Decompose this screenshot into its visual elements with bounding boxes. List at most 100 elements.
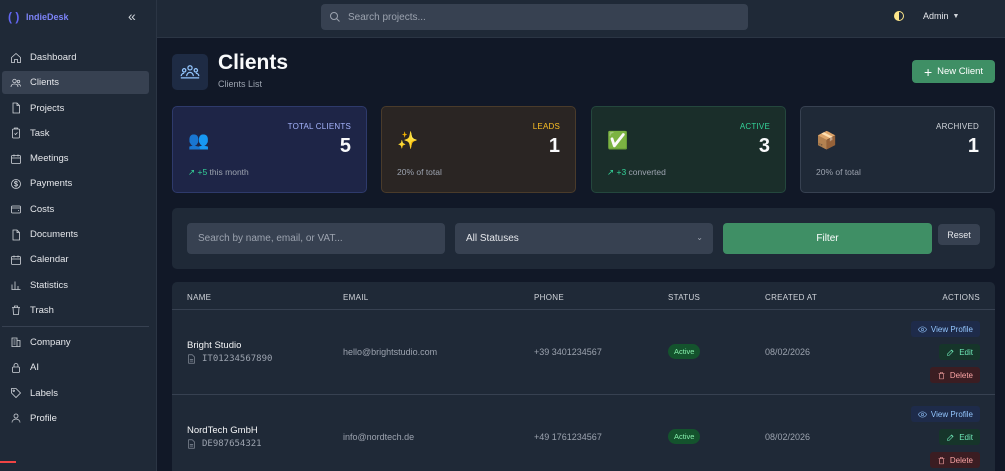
status-badge: Active bbox=[668, 429, 701, 444]
status-select[interactable]: All Statuses ⌄ bbox=[455, 223, 713, 254]
stat-value: 1 bbox=[967, 135, 979, 157]
calendar-icon bbox=[11, 255, 21, 265]
edit-label: Edit bbox=[959, 432, 973, 442]
sidebar-item-costs[interactable]: Costs bbox=[2, 198, 149, 221]
building-icon bbox=[11, 338, 21, 348]
edit-button[interactable]: Edit bbox=[939, 429, 980, 445]
page-subtitle: Clients List bbox=[218, 79, 263, 89]
sidebar-item-clients[interactable]: Clients bbox=[2, 71, 149, 95]
stat-footnote: 20% of total bbox=[816, 167, 861, 177]
table-row: NordTech GmbH DE987654321 info@nordtech.… bbox=[172, 395, 995, 471]
stat-card-leads: ✨ LEADS 1 20% of total bbox=[381, 106, 576, 193]
eye-icon bbox=[917, 326, 927, 332]
client-search-input[interactable] bbox=[187, 223, 445, 254]
sidebar-item-label: Trash bbox=[30, 304, 54, 316]
sidebar-item-labels[interactable]: Labels bbox=[2, 382, 149, 405]
search-icon bbox=[330, 12, 340, 22]
delete-button[interactable]: Delete bbox=[929, 452, 980, 468]
sidebar-item-payments[interactable]: Payments bbox=[2, 172, 149, 195]
edit-label: Edit bbox=[959, 347, 973, 357]
stat-label: ACTIVE bbox=[739, 122, 770, 131]
page-title: Clients bbox=[218, 51, 289, 74]
stat-foot-text: this month bbox=[207, 167, 249, 177]
edit-button[interactable]: Edit bbox=[939, 344, 980, 360]
logo-icon: ( ) bbox=[8, 10, 20, 24]
chevron-down-icon: ⌄ bbox=[696, 233, 703, 242]
column-header-phone: PHONE bbox=[534, 293, 564, 302]
view-profile-button[interactable]: View Profile bbox=[910, 321, 980, 337]
topbar: Admin ▼ bbox=[157, 0, 1005, 38]
sidebar-item-ai[interactable]: AI bbox=[2, 356, 149, 379]
clients-table: NAME EMAIL PHONE STATUS CREATED AT ACTIO… bbox=[172, 282, 995, 471]
calendar-icon bbox=[11, 154, 21, 164]
sidebar-item-label: AI bbox=[30, 362, 39, 374]
users-emoji-icon: 👥 bbox=[188, 131, 210, 150]
theme-toggle-icon[interactable] bbox=[894, 11, 904, 21]
filter-button[interactable]: Filter bbox=[723, 223, 932, 254]
status-select-value: All Statuses bbox=[466, 233, 519, 244]
user-menu[interactable]: Admin ▼ bbox=[923, 11, 959, 21]
table-row: Bright Studio IT01234567890 hello@bright… bbox=[172, 310, 995, 395]
client-name[interactable]: Bright Studio bbox=[187, 340, 241, 351]
stat-label: ARCHIVED bbox=[936, 122, 979, 131]
created-at: 08/02/2026 bbox=[765, 432, 811, 442]
client-vat-number: IT01234567890 bbox=[202, 354, 273, 364]
sidebar-item-label: Profile bbox=[30, 412, 57, 424]
client-vat-number: DE987654321 bbox=[202, 439, 262, 449]
trash-icon bbox=[938, 456, 945, 464]
reset-button[interactable]: Reset bbox=[938, 224, 980, 245]
clipboard-icon bbox=[12, 127, 20, 139]
sidebar-item-profile[interactable]: Profile bbox=[2, 407, 149, 430]
sidebar-item-trash[interactable]: Trash bbox=[2, 299, 149, 322]
main-content: Clients Clients List + New Client 👥 TOTA… bbox=[157, 38, 1005, 471]
sidebar-item-label: Clients bbox=[30, 77, 60, 89]
stat-foot-text: converted bbox=[626, 167, 666, 177]
view-profile-label: View Profile bbox=[930, 324, 973, 334]
user-icon bbox=[11, 413, 21, 423]
client-email: hello@brightstudio.com bbox=[343, 347, 438, 357]
sidebar-item-label: Costs bbox=[30, 203, 55, 215]
collapse-sidebar-icon[interactable]: « bbox=[128, 8, 142, 24]
sidebar-item-label: Documents bbox=[30, 229, 79, 241]
sidebar-item-label: Meetings bbox=[30, 153, 69, 165]
view-profile-button[interactable]: View Profile bbox=[910, 406, 980, 422]
sidebar-item-company[interactable]: Company bbox=[2, 331, 149, 354]
check-emoji-icon: ✅ bbox=[607, 131, 629, 150]
project-search[interactable] bbox=[321, 4, 748, 30]
sidebar-item-meetings[interactable]: Meetings bbox=[2, 147, 149, 170]
client-email: info@nordtech.de bbox=[343, 432, 415, 442]
delete-button[interactable]: Delete bbox=[929, 367, 980, 383]
project-search-input[interactable] bbox=[348, 11, 728, 23]
column-header-actions: ACTIONS bbox=[942, 293, 980, 302]
status-badge: Active bbox=[668, 344, 701, 359]
stat-footnote: ↗ +5 this month bbox=[188, 167, 249, 178]
document-icon bbox=[188, 439, 195, 449]
client-name[interactable]: NordTech GmbH bbox=[187, 425, 258, 436]
app-name: IndieDesk bbox=[26, 12, 69, 22]
trash-icon bbox=[12, 306, 20, 316]
sidebar-item-label: Company bbox=[30, 336, 71, 348]
document-icon bbox=[188, 354, 195, 364]
sidebar-item-projects[interactable]: Projects bbox=[2, 97, 149, 120]
sidebar-item-statistics[interactable]: Statistics bbox=[2, 274, 149, 297]
stat-value: 3 bbox=[758, 135, 770, 157]
sidebar-item-documents[interactable]: Documents bbox=[2, 223, 149, 246]
stat-card-active: ✅ ACTIVE 3 ↗ +3 converted bbox=[591, 106, 786, 193]
sidebar-item-calendar[interactable]: Calendar bbox=[2, 248, 149, 271]
delete-label: Delete bbox=[949, 455, 973, 465]
new-client-button[interactable]: + New Client bbox=[912, 60, 995, 83]
dollar-icon bbox=[11, 179, 21, 189]
clients-header-icon bbox=[172, 54, 208, 90]
edit-icon bbox=[947, 348, 954, 356]
new-client-label: New Client bbox=[937, 66, 984, 77]
home-icon bbox=[11, 52, 21, 63]
stat-card-archived: 📦 ARCHIVED 1 20% of total bbox=[800, 106, 995, 193]
client-vat: IT01234567890 bbox=[187, 354, 272, 364]
stat-value: 1 bbox=[548, 135, 560, 157]
stat-value: 5 bbox=[339, 135, 351, 157]
sidebar-item-task[interactable]: Task bbox=[2, 122, 149, 145]
stat-footnote: ↗ +3 converted bbox=[607, 167, 666, 178]
sidebar-item-label: Calendar bbox=[30, 254, 69, 266]
sidebar-item-dashboard[interactable]: Dashboard bbox=[2, 46, 149, 69]
logo[interactable]: ( ) IndieDesk bbox=[8, 10, 69, 24]
